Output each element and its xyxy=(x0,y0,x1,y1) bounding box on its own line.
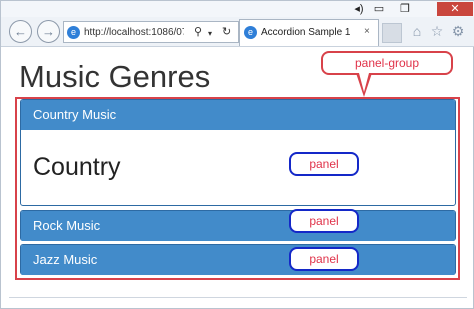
panel-heading-country[interactable]: Country Music xyxy=(21,100,455,130)
gear-icon[interactable]: ⚙ xyxy=(450,23,466,39)
tab-title: Accordion Sample 1 xyxy=(261,27,351,38)
speaker-icon[interactable]: ◂) xyxy=(351,2,367,16)
favorites-star-icon[interactable]: ☆ xyxy=(429,23,445,39)
panel-callout-1: panel xyxy=(289,152,359,176)
window-caption-bar: ◂) ▭ ❐ ✕ xyxy=(1,1,474,17)
browser-window: ◂) ▭ ❐ ✕ ← → e http://localhost:1086/07-… xyxy=(0,0,474,309)
panel-rock: Rock Music xyxy=(20,210,456,241)
tab-close-icon[interactable]: × xyxy=(364,26,370,37)
ie-page-icon: e xyxy=(67,26,80,39)
minimize-button[interactable]: ▭ xyxy=(371,2,387,16)
panel-callout-3: panel xyxy=(289,247,359,271)
forward-button[interactable]: → xyxy=(37,20,60,43)
page-title: Music Genres xyxy=(19,59,211,94)
search-icon[interactable]: ⚲ xyxy=(194,25,202,39)
panel-body-text: Country xyxy=(33,153,121,181)
refresh-icon[interactable]: ↻ xyxy=(222,25,231,39)
panel-heading-rock[interactable]: Rock Music xyxy=(21,211,455,241)
address-bar[interactable]: e http://localhost:1086/07-/ ⚲ ▾ ↻ xyxy=(63,21,239,43)
callout-tail-inner xyxy=(359,73,369,92)
new-tab-button[interactable] xyxy=(382,23,402,43)
restore-button[interactable]: ❐ xyxy=(397,2,413,16)
page-bottom-divider xyxy=(9,297,467,298)
browser-tab[interactable]: e Accordion Sample 1 × xyxy=(239,19,379,46)
panel-heading-jazz[interactable]: Jazz Music xyxy=(21,245,455,275)
chevron-down-icon[interactable]: ▾ xyxy=(208,27,212,41)
panel-callout-2: panel xyxy=(289,209,359,233)
panel-jazz: Jazz Music xyxy=(20,244,456,275)
panel-group-callout: panel-group xyxy=(321,51,453,75)
panel-country: Country Music Country xyxy=(20,99,456,206)
navigation-bar: ← → e http://localhost:1086/07-/ ⚲ ▾ ↻ e… xyxy=(1,17,474,47)
close-button[interactable]: ✕ xyxy=(437,2,473,16)
ie-tab-icon: e xyxy=(244,26,257,39)
home-icon[interactable]: ⌂ xyxy=(409,23,425,39)
address-url[interactable]: http://localhost:1086/07-/ xyxy=(84,26,184,39)
back-button[interactable]: ← xyxy=(9,20,32,43)
panel-body-country: Country xyxy=(21,130,455,205)
